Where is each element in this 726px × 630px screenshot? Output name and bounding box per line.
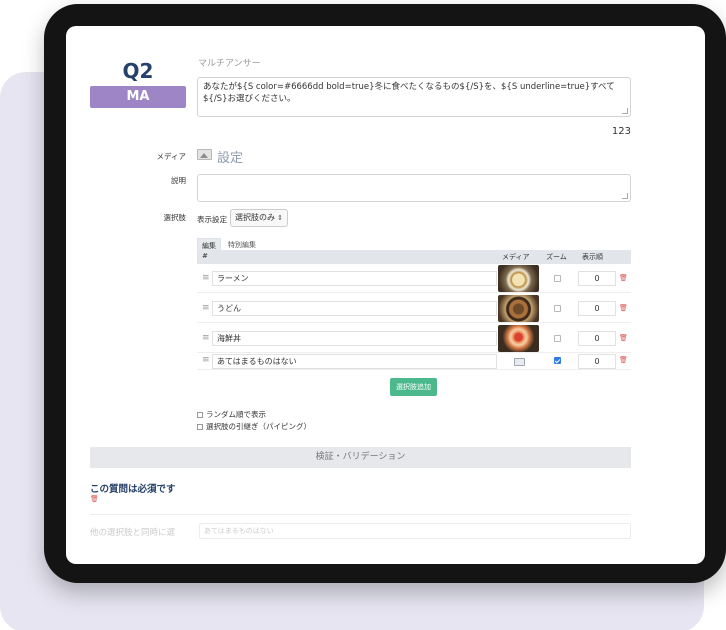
trash-icon[interactable]: 🗑 bbox=[619, 334, 628, 342]
column-media: メディア bbox=[502, 253, 530, 261]
piping-checkbox[interactable] bbox=[197, 424, 203, 430]
resize-handle-icon[interactable] bbox=[622, 193, 628, 199]
description-input[interactable] bbox=[197, 174, 631, 202]
validation-section-header[interactable]: 検証・バリデーション bbox=[90, 447, 631, 468]
description-label: 説明 bbox=[171, 176, 186, 185]
choices-table-header: # メディア ズーム 表示順 bbox=[197, 250, 631, 264]
resize-handle-icon[interactable] bbox=[622, 108, 628, 114]
choice-text-input[interactable]: あてはまるものはない bbox=[212, 354, 497, 369]
choice-text-input[interactable]: うどん bbox=[212, 301, 497, 316]
add-choice-button[interactable]: 選択肢追加 bbox=[390, 378, 437, 396]
display-setting-select[interactable]: 選択肢のみ ⇕ bbox=[230, 209, 288, 227]
question-editor: Q2 MA マルチアンサー あなたが${S color=#6666dd bold… bbox=[66, 26, 705, 564]
trash-icon[interactable]: 🗑 bbox=[619, 304, 628, 312]
choice-row: ≡ ラーメン 0 🗑 bbox=[197, 264, 631, 293]
image-icon[interactable] bbox=[197, 149, 212, 160]
kaisendon-photo bbox=[498, 325, 539, 352]
trash-icon[interactable]: 🗑 bbox=[619, 356, 628, 364]
choice-text-input[interactable]: 海鮮丼 bbox=[212, 331, 497, 346]
display-setting-label: 表示設定 bbox=[197, 215, 227, 224]
piping-label: 選択肢の引継ぎ（パイピング） bbox=[206, 422, 311, 431]
zoom-checkbox[interactable] bbox=[554, 357, 561, 364]
drag-handle-icon[interactable]: ≡ bbox=[202, 303, 210, 313]
udon-photo bbox=[498, 295, 539, 322]
column-order: 表示順 bbox=[582, 253, 603, 261]
image-placeholder-icon[interactable] bbox=[514, 358, 525, 366]
order-input[interactable]: 0 bbox=[578, 301, 616, 316]
exclusive-choice-label: 他の選択肢と同時に選 bbox=[90, 528, 176, 538]
piping-option[interactable]: 選択肢の引継ぎ（パイピング） bbox=[197, 421, 311, 432]
question-number: Q2 bbox=[122, 59, 154, 83]
order-input[interactable]: 0 bbox=[578, 331, 616, 346]
choice-media-cell[interactable] bbox=[497, 324, 540, 353]
choice-row: ≡ うどん 0 🗑 bbox=[197, 294, 631, 323]
question-type-badge: MA bbox=[90, 86, 186, 108]
choice-row: ≡ 海鮮丼 0 🗑 bbox=[197, 324, 631, 353]
zoom-checkbox[interactable] bbox=[554, 305, 561, 312]
question-type-label: マルチアンサー bbox=[198, 59, 261, 69]
drag-handle-icon[interactable]: ≡ bbox=[202, 355, 210, 365]
trash-icon[interactable]: 🗑 bbox=[90, 495, 99, 503]
char-count: 123 bbox=[611, 126, 631, 137]
trash-icon[interactable]: 🗑 bbox=[619, 274, 628, 282]
order-input[interactable]: 0 bbox=[578, 354, 616, 369]
column-index: # bbox=[202, 252, 208, 260]
exclusive-choice-select[interactable]: あてはまるものはない bbox=[199, 523, 631, 539]
question-text: あなたが${S color=#6666dd bold=true}冬に食べたくなる… bbox=[203, 82, 615, 104]
drag-handle-icon[interactable]: ≡ bbox=[202, 333, 210, 343]
zoom-checkbox[interactable] bbox=[554, 335, 561, 342]
choices-label: 選択肢 bbox=[163, 213, 187, 222]
random-order-label: ランダム順で表示 bbox=[206, 410, 266, 419]
column-zoom: ズーム bbox=[546, 253, 567, 261]
required-rule-title: この質問は必須です bbox=[90, 484, 176, 495]
drag-handle-icon[interactable]: ≡ bbox=[202, 273, 210, 283]
choice-text-input[interactable]: ラーメン bbox=[212, 271, 497, 286]
ramen-photo bbox=[498, 265, 539, 292]
divider bbox=[90, 514, 631, 515]
display-setting-value: 選択肢のみ bbox=[235, 213, 275, 222]
media-label: メディア bbox=[156, 152, 186, 161]
choice-row: ≡ あてはまるものはない 0 🗑 bbox=[197, 353, 631, 370]
choice-media-cell[interactable] bbox=[497, 264, 540, 293]
order-input[interactable]: 0 bbox=[578, 271, 616, 286]
select-arrows-icon: ⇕ bbox=[277, 214, 283, 222]
random-order-option[interactable]: ランダム順で表示 bbox=[197, 409, 266, 420]
random-order-checkbox[interactable] bbox=[197, 412, 203, 418]
zoom-checkbox[interactable] bbox=[554, 275, 561, 282]
media-settings-link[interactable]: 設定 bbox=[217, 147, 243, 166]
question-text-input[interactable]: あなたが${S color=#6666dd bold=true}冬に食べたくなる… bbox=[197, 77, 631, 117]
choice-media-cell[interactable] bbox=[497, 294, 540, 323]
